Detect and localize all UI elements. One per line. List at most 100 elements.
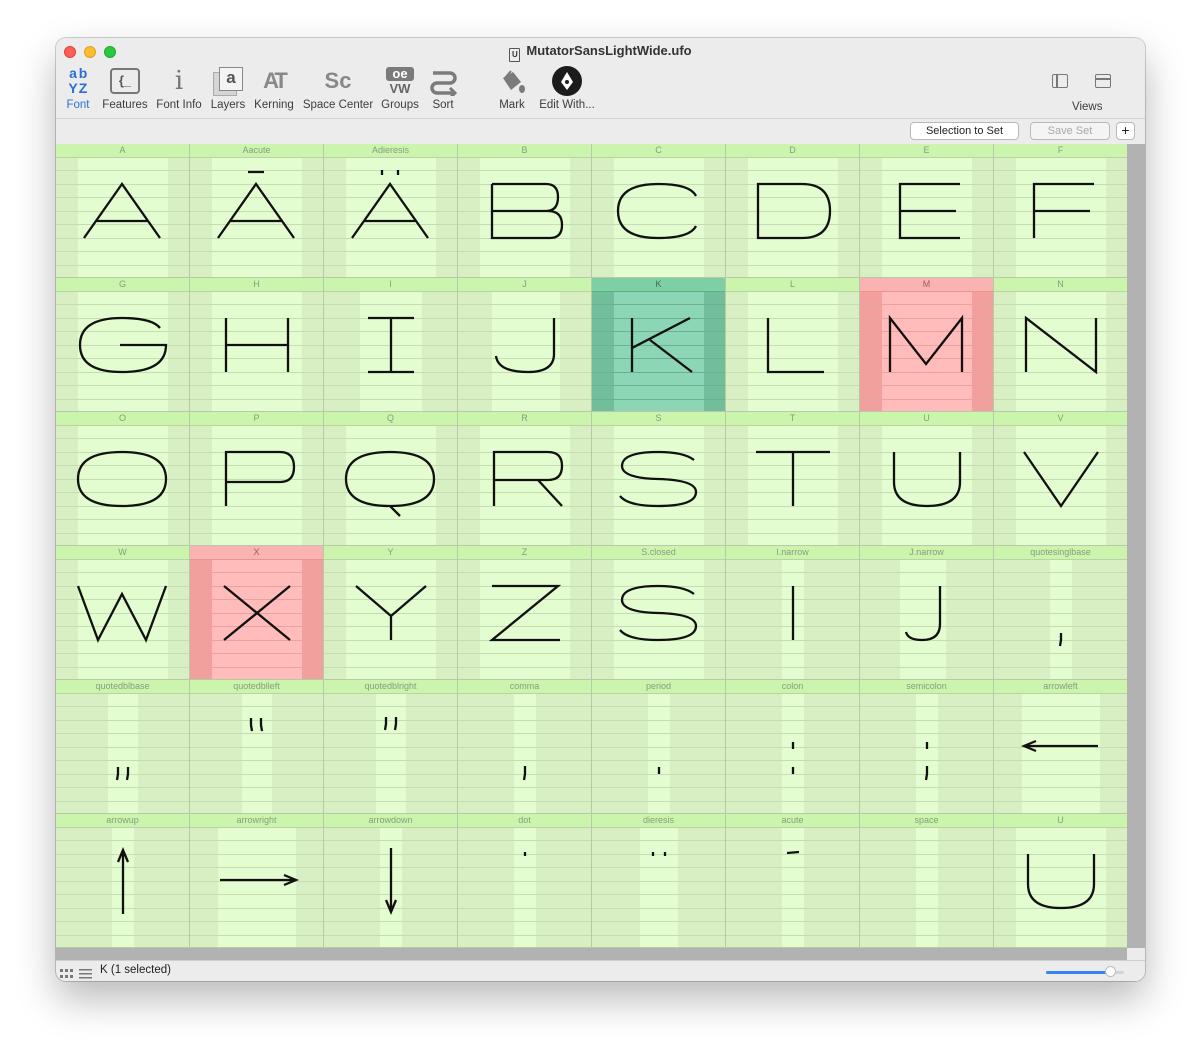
toolbar-sort-button[interactable]: Sort — [424, 64, 462, 116]
glyph-preview — [994, 292, 1127, 411]
glyph-name-label: B — [458, 144, 591, 158]
selection-to-set-button[interactable]: Selection to Set — [910, 122, 1019, 140]
glyph-preview — [56, 158, 189, 277]
glyph-cell-aacute[interactable]: Aacute — [190, 144, 324, 278]
toolbar-font-button[interactable]: ab YZ Font — [62, 64, 94, 116]
zoom-slider-knob[interactable] — [1104, 966, 1116, 977]
glyph-cell-dot[interactable]: dot — [458, 814, 592, 948]
glyph-cell-dieresis[interactable]: dieresis — [592, 814, 726, 948]
info-icon: i — [174, 66, 184, 96]
glyph-cell-i[interactable]: I — [324, 278, 458, 412]
glyph-cell-e[interactable]: E — [860, 144, 994, 278]
glyph-cell-comma[interactable]: comma — [458, 680, 592, 814]
list-view-icon[interactable] — [79, 966, 92, 979]
glyph-cell-o[interactable]: O — [56, 412, 190, 546]
save-set-button[interactable]: Save Set — [1030, 122, 1110, 140]
glyph-outline — [76, 450, 168, 508]
glyph-cell-acute[interactable]: acute — [726, 814, 860, 948]
toolbar-features-button[interactable]: {_ Features — [100, 64, 150, 116]
toolbar-edit-with-button[interactable]: Edit With... — [534, 64, 600, 116]
glyph-cell-adieresis[interactable]: Adieresis — [324, 144, 458, 278]
glyph-preview — [726, 158, 859, 277]
glyph-cell-k[interactable]: K — [592, 278, 726, 412]
glyph-cell-g[interactable]: G — [56, 278, 190, 412]
glyph-cell-quotesinglbase[interactable]: quotesinglbase — [994, 546, 1128, 680]
glyph-cell-arrowleft[interactable]: arrowleft — [994, 680, 1128, 814]
toolbar-mark-button[interactable]: Mark — [492, 64, 532, 116]
glyph-cell-x[interactable]: X — [190, 546, 324, 680]
glyph-cell-d[interactable]: D — [726, 144, 860, 278]
font-window: U MutatorSansLightWide.ufo ab YZ Font {_ … — [56, 38, 1145, 981]
glyph-cell-n[interactable]: N — [994, 278, 1128, 412]
glyph-cell-space[interactable]: space — [860, 814, 994, 948]
glyph-preview — [190, 292, 323, 411]
glyph-outline — [351, 170, 429, 239]
glyph-outline — [786, 850, 800, 855]
glyph-cell-j[interactable]: J — [458, 278, 592, 412]
toolbar-kerning-button[interactable]: AT Kerning — [252, 64, 296, 116]
glyph-cell-quotedblbase[interactable]: quotedblbase — [56, 680, 190, 814]
toolbar-layers-button[interactable]: a Layers — [208, 64, 248, 116]
glyph-cell-arrowup[interactable]: arrowup — [56, 814, 190, 948]
toolbar-groups-button[interactable]: oe VW Groups — [378, 64, 422, 116]
glyph-outline — [791, 742, 795, 774]
glyph-cell-arrowright[interactable]: arrowright — [190, 814, 324, 948]
glyph-cell-s-closed[interactable]: S.closed — [592, 546, 726, 680]
glyph-cell-q[interactable]: Q — [324, 412, 458, 546]
glyph-cell-c[interactable]: C — [592, 144, 726, 278]
glyph-cell-z[interactable]: Z — [458, 546, 592, 680]
glyph-cell-v[interactable]: V — [994, 412, 1128, 546]
glyph-outline — [488, 584, 562, 642]
glyph-outline — [898, 182, 960, 240]
glyph-cell-u[interactable]: U — [860, 412, 994, 546]
glyph-cell-l[interactable]: L — [726, 278, 860, 412]
glyph-outline — [368, 316, 414, 374]
glyph-name-label: L — [726, 278, 859, 292]
glyph-cell-f[interactable]: F — [994, 144, 1128, 278]
toolbar-font-info-button[interactable]: i Font Info — [154, 64, 204, 116]
glyph-preview — [726, 426, 859, 545]
glyph-cell-quotedblleft[interactable]: quotedblleft — [190, 680, 324, 814]
glyph-cell-t[interactable]: T — [726, 412, 860, 546]
glyph-outline — [888, 314, 964, 372]
glyph-preview — [994, 426, 1127, 545]
glyph-cell-semicolon[interactable]: semicolon — [860, 680, 994, 814]
glyph-cell-u[interactable]: U — [994, 814, 1128, 948]
glyph-name-label: space — [860, 814, 993, 828]
glyph-cell-p[interactable]: P — [190, 412, 324, 546]
glyph-outline — [1026, 854, 1096, 910]
glyph-cell-j-narrow[interactable]: J.narrow — [860, 546, 994, 680]
glyph-cell-b[interactable]: B — [458, 144, 592, 278]
glyph-name-label: Q — [324, 412, 457, 426]
sidebar-view-icon[interactable] — [1052, 74, 1068, 88]
toolbar-space-center-button[interactable]: Sc Space Center — [300, 64, 376, 116]
grid-view-icon[interactable] — [60, 966, 73, 978]
glyph-cell-colon[interactable]: colon — [726, 680, 860, 814]
glyph-cell-h[interactable]: H — [190, 278, 324, 412]
glyph-outline — [630, 316, 693, 373]
glyph-name-label: quotedblbase — [56, 680, 189, 694]
glyph-cell-a[interactable]: A — [56, 144, 190, 278]
window-title: MutatorSansLightWide.ufo — [526, 43, 692, 58]
glyph-name-label: K — [592, 278, 725, 292]
glyph-cell-y[interactable]: Y — [324, 546, 458, 680]
glyph-cell-r[interactable]: R — [458, 412, 592, 546]
toolbar-font-label: Font — [66, 99, 90, 111]
glyph-cell-w[interactable]: W — [56, 546, 190, 680]
toolbar-groups-label: Groups — [381, 99, 419, 111]
add-set-button[interactable]: + — [1116, 122, 1135, 140]
glyph-name-label: D — [726, 144, 859, 158]
glyph-cell-i-narrow[interactable]: I.narrow — [726, 546, 860, 680]
grid-scroll-area[interactable] — [1127, 144, 1145, 948]
inspector-view-icon[interactable] — [1095, 74, 1111, 88]
glyph-cell-arrowdown[interactable]: arrowdown — [324, 814, 458, 948]
zoom-slider[interactable] — [1046, 966, 1124, 977]
glyph-cell-m[interactable]: M — [860, 278, 994, 412]
glyph-preview — [994, 694, 1127, 813]
glyph-cell-s[interactable]: S — [592, 412, 726, 546]
glyph-outline — [115, 767, 130, 781]
glyph-cell-period[interactable]: period — [592, 680, 726, 814]
glyph-preview — [726, 694, 859, 813]
glyph-cell-quotedblright[interactable]: quotedblright — [324, 680, 458, 814]
glyph-name-label: arrowup — [56, 814, 189, 828]
